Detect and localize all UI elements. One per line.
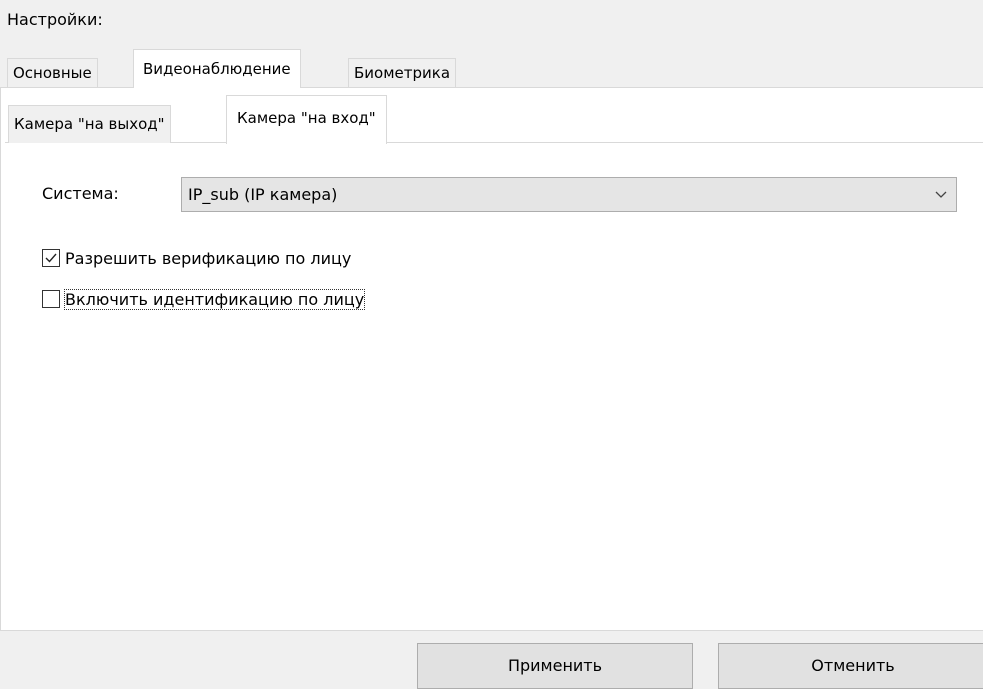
face-verification-checkbox-row[interactable]: Разрешить верификацию по лицу [42, 246, 351, 270]
settings-heading: Настройки: [7, 10, 103, 29]
cancel-button[interactable]: Отменить [718, 643, 983, 689]
face-identification-checkbox-row[interactable]: Включить идентификацию по лицу [42, 287, 366, 311]
video-surveillance-panel [0, 87, 983, 631]
tab-biometrics-label: Биометрика [354, 64, 451, 82]
face-verification-label: Разрешить верификацию по лицу [65, 248, 352, 268]
tab-video-surveillance[interactable]: Видеонаблюдение [133, 49, 301, 88]
tab-camera-exit[interactable]: Камера "на выход" [8, 105, 171, 143]
tab-basic-label: Основные [13, 64, 92, 82]
system-label: Система: [42, 184, 119, 203]
system-select-value: IP_sub (IP камера) [188, 185, 338, 204]
face-identification-label: Включить идентификацию по лицу [63, 288, 366, 310]
chevron-down-icon [935, 191, 947, 198]
face-identification-checkbox[interactable] [42, 290, 60, 308]
tab-video-surveillance-label: Видеонаблюдение [143, 60, 291, 78]
checkmark-icon [45, 253, 57, 263]
tab-camera-exit-label: Камера "на выход" [14, 115, 165, 133]
tab-basic[interactable]: Основные [7, 58, 98, 87]
tab-camera-entry-label: Камера "на вход" [237, 109, 376, 127]
apply-button[interactable]: Применить [417, 643, 693, 689]
system-select[interactable]: IP_sub (IP камера) [181, 177, 957, 212]
face-verification-checkbox[interactable] [42, 249, 60, 267]
tab-camera-entry[interactable]: Камера "на вход" [226, 95, 387, 144]
tab-biometrics[interactable]: Биометрика [348, 58, 457, 87]
